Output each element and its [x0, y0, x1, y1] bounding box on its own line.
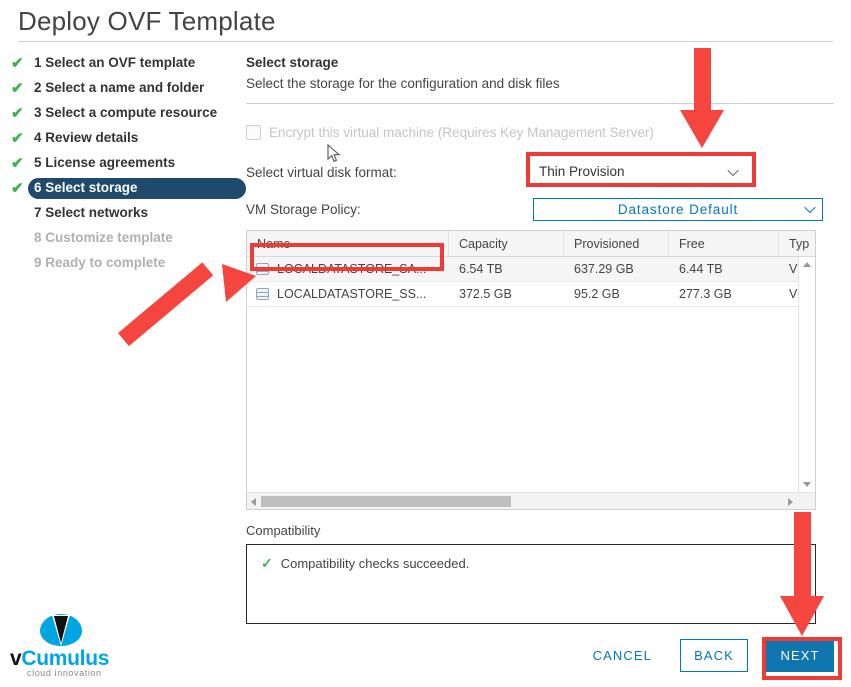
scroll-left-icon[interactable] [251, 498, 256, 506]
column-header-free[interactable]: Free [669, 231, 779, 256]
sidebar-step-label: 2 Select a name and folder [34, 80, 205, 96]
deploy-ovf-template-wizard: Deploy OVF Template ✔ 1 Select an OVF te… [0, 0, 851, 687]
column-header-type[interactable]: Typ [779, 231, 815, 256]
sidebar-step-2[interactable]: ✔ 2 Select a name and folder [0, 77, 236, 100]
column-header-name[interactable]: Name [247, 231, 449, 256]
vcumulus-logo: vCumulus cloud innovation [10, 612, 115, 680]
datastore-name: LOCALDATASTORE_SA... [277, 262, 427, 276]
datastore-free: 277.3 GB [679, 287, 732, 301]
datastore-capacity: 372.5 GB [459, 287, 512, 301]
check-icon: ✔ [11, 55, 24, 72]
scroll-right-icon[interactable] [788, 498, 793, 506]
table-vertical-scrollbar[interactable] [798, 257, 815, 492]
logo-tagline: cloud innovation [27, 668, 102, 678]
logo-prefix: v [10, 647, 22, 670]
sidebar-step-3[interactable]: ✔ 3 Select a compute resource [0, 102, 236, 125]
check-icon: ✔ [11, 130, 24, 147]
table-row[interactable]: LOCALDATASTORE_SS... 372.5 GB 95.2 GB 27… [247, 282, 815, 307]
check-icon: ✓ [261, 555, 273, 571]
storage-policy-label: VM Storage Policy: [246, 201, 361, 217]
sidebar-step-label: 9 Ready to complete [34, 255, 166, 271]
compatibility-box: ✓ Compatibility checks succeeded. [246, 544, 816, 624]
datastore-provisioned: 95.2 GB [574, 287, 620, 301]
encrypt-vm-checkbox[interactable] [246, 124, 261, 140]
encrypt-vm-row: Encrypt this virtual machine (Requires K… [246, 122, 834, 142]
check-icon: ✔ [11, 105, 24, 122]
table-horizontal-scrollbar[interactable] [247, 492, 815, 509]
sidebar-step-1[interactable]: ✔ 1 Select an OVF template [0, 52, 236, 75]
column-header-provisioned[interactable]: Provisioned [564, 231, 669, 256]
sidebar-step-4[interactable]: ✔ 4 Review details [0, 127, 236, 150]
sidebar-step-label: 5 License agreements [34, 155, 176, 171]
sidebar-step-label: 6 Select storage [28, 178, 246, 199]
datastore-table: Name Capacity Provisioned Free Typ LOCAL… [246, 230, 816, 510]
check-icon: ✔ [11, 180, 24, 197]
datastore-free: 6.44 TB [679, 262, 723, 276]
page-title: Deploy OVF Template [18, 6, 276, 36]
datastore-capacity: 6.54 TB [459, 262, 503, 276]
storage-policy-value: Datastore Default [617, 201, 739, 217]
storage-form: Encrypt this virtual machine (Requires K… [246, 122, 834, 624]
compatibility-message: Compatibility checks succeeded. [280, 556, 470, 571]
logo-mark-icon [38, 612, 84, 648]
wizard-footer: CANCEL BACK NEXT [246, 638, 834, 673]
back-button[interactable]: BACK [680, 639, 748, 672]
sidebar-step-label: 7 Select networks [34, 205, 149, 221]
panel-divider [246, 103, 834, 104]
check-icon: ✔ [11, 80, 24, 97]
mouse-cursor [327, 143, 341, 169]
column-header-capacity[interactable]: Capacity [449, 231, 564, 256]
sidebar-step-9: 9 Ready to complete [0, 252, 236, 275]
sidebar-step-5[interactable]: ✔ 5 License agreements [0, 152, 236, 175]
sidebar-step-label: 4 Review details [34, 130, 139, 146]
compatibility-label: Compatibility [246, 523, 321, 538]
disk-format-select[interactable]: Thin Provision [533, 159, 745, 185]
compatibility-status: ✓ Compatibility checks succeeded. [261, 555, 815, 572]
panel-heading: Select storage [246, 55, 339, 70]
datastore-name-cell: LOCALDATASTORE_SA... [247, 257, 449, 281]
datastore-name: LOCALDATASTORE_SS... [277, 287, 427, 301]
scroll-thumb[interactable] [261, 496, 511, 507]
encrypt-vm-label: Encrypt this virtual machine (Requires K… [269, 124, 654, 140]
scroll-up-icon[interactable] [803, 262, 811, 267]
select-storage-panel: Select storage Select the storage for th… [246, 55, 834, 624]
logo-name: Cumulus [21, 647, 110, 670]
check-icon: ✔ [11, 155, 24, 172]
datastore-icon [256, 262, 269, 276]
chevron-down-icon [729, 166, 738, 175]
storage-policy-row: VM Storage Policy: Datastore Default [246, 197, 834, 221]
sidebar-step-6-select-storage[interactable]: ✔ 6 Select storage [0, 177, 246, 200]
cancel-button[interactable]: CANCEL [579, 639, 666, 672]
table-header-row: Name Capacity Provisioned Free Typ [247, 231, 815, 257]
storage-policy-select[interactable]: Datastore Default [533, 197, 823, 221]
table-row[interactable]: LOCALDATASTORE_SA... 6.54 TB 637.29 GB 6… [247, 257, 815, 282]
next-button[interactable]: NEXT [766, 639, 834, 672]
disk-format-value: Thin Provision [539, 164, 625, 179]
sidebar-step-7[interactable]: 7 Select networks [0, 202, 236, 225]
scroll-down-icon[interactable] [803, 482, 811, 487]
wizard-steps: ✔ 1 Select an OVF template ✔ 2 Select a … [0, 52, 246, 277]
sidebar-step-label: 8 Customize template [34, 230, 173, 246]
sidebar-step-8: 8 Customize template [0, 227, 236, 250]
datastore-provisioned: 637.29 GB [574, 262, 634, 276]
title-divider [18, 41, 833, 42]
sidebar-step-label: 3 Select a compute resource [34, 105, 218, 121]
datastore-name-cell: LOCALDATASTORE_SS... [247, 282, 449, 306]
panel-subheading: Select the storage for the configuration… [246, 76, 560, 91]
datastore-icon [256, 287, 269, 301]
chevron-down-icon [806, 204, 815, 213]
disk-format-label: Select virtual disk format: [246, 164, 397, 180]
sidebar-step-label: 1 Select an OVF template [34, 55, 196, 71]
logo-wordmark: vCumulus [10, 648, 115, 669]
